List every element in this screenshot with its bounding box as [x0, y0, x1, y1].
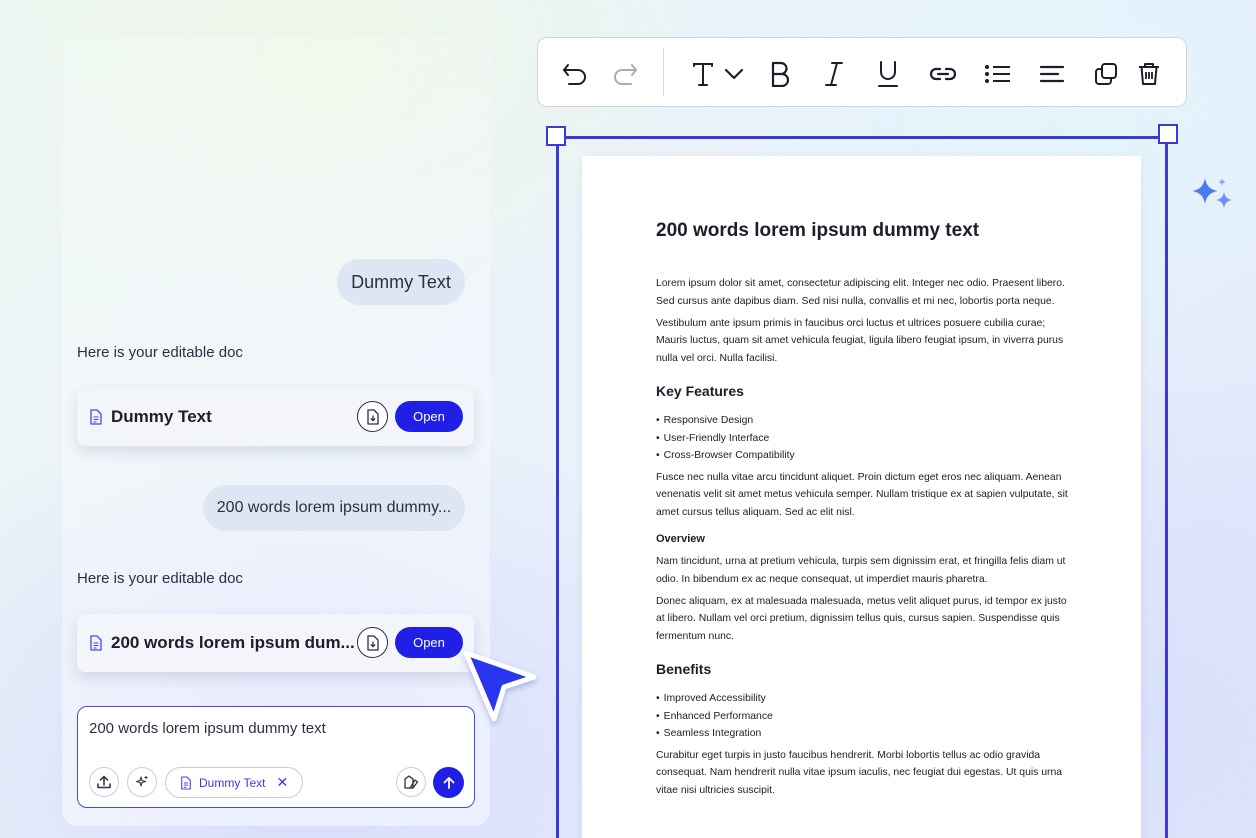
download-file-icon	[366, 634, 379, 651]
duplicate-button[interactable]	[1093, 60, 1119, 88]
paragraph: Vestibulum ante ipsum primis in faucibus…	[656, 317, 1064, 364]
italic-button[interactable]	[820, 60, 848, 88]
list-item: User-Friendly Interface	[656, 430, 1076, 448]
list-item: Seamless Integration	[656, 725, 1076, 743]
paragraph: Donec aliquam, ex at malesuada malesuada…	[656, 595, 1067, 642]
features-list: Responsive Design User-Friendly Interfac…	[656, 412, 1076, 465]
resize-handle-top-right[interactable]	[1158, 124, 1178, 144]
undo-icon	[563, 64, 586, 85]
text-style-dropdown[interactable]	[688, 60, 748, 88]
pointer-cursor-icon	[463, 650, 537, 722]
user-message-bubble: Dummy Text	[337, 259, 465, 305]
doc-card-title: 200 words lorem ipsum dum...	[111, 633, 355, 652]
upload-icon	[97, 775, 111, 789]
attached-doc-chip[interactable]: Dummy Text ✕	[165, 767, 303, 798]
delete-button[interactable]	[1136, 60, 1162, 88]
list-item: Cross-Browser Compatibility	[656, 447, 1076, 465]
bot-reply-label: Here is your editable doc	[77, 344, 243, 361]
chevron-down-icon	[724, 68, 744, 80]
undo-button[interactable]	[560, 60, 590, 88]
link-icon	[929, 67, 957, 81]
list-item: Enhanced Performance	[656, 708, 1076, 726]
align-button[interactable]	[1038, 60, 1066, 88]
sparkle-icon	[1192, 178, 1232, 208]
document-content[interactable]: 200 words lorem ipsum dummy text Lorem i…	[656, 220, 1076, 804]
chat-composer[interactable]: 200 words lorem ipsum dummy text Dummy T…	[77, 706, 475, 808]
paragraph: Lorem ipsum dolor sit amet, consectetur …	[656, 278, 1065, 307]
align-left-icon	[1039, 65, 1065, 83]
download-file-icon	[366, 408, 379, 425]
user-message-text: 200 words lorem ipsum dummy...	[216, 499, 452, 516]
doc-card-title: Dummy Text	[111, 407, 212, 426]
doc-card[interactable]: 200 words lorem ipsum dum... Open	[77, 614, 474, 672]
underline-icon	[878, 61, 898, 87]
text-style-icon	[693, 63, 713, 86]
document-icon	[181, 775, 191, 790]
doc-card[interactable]: Dummy Text Open	[77, 388, 474, 446]
send-button[interactable]	[433, 767, 464, 798]
paragraph: Fusce nec nulla vitae arcu tincidunt ali…	[656, 471, 1068, 518]
underline-button[interactable]	[874, 60, 902, 88]
link-button[interactable]	[928, 60, 958, 88]
download-button[interactable]	[357, 627, 388, 658]
redo-icon	[614, 64, 637, 85]
chip-label: Dummy Text	[199, 775, 266, 790]
italic-icon	[825, 62, 843, 86]
document-icon	[90, 409, 102, 425]
upload-button[interactable]	[89, 767, 119, 797]
benefits-list: Improved Accessibility Enhanced Performa…	[656, 690, 1076, 743]
section-heading: Key Features	[656, 383, 744, 399]
template-icon	[404, 775, 419, 789]
bullet-list-icon	[985, 65, 1010, 83]
document-title: 200 words lorem ipsum dummy text	[656, 220, 980, 241]
composer-input[interactable]: 200 words lorem ipsum dummy text	[89, 720, 326, 737]
editor-toolbar	[537, 37, 1187, 107]
resize-handle-top-left[interactable]	[546, 126, 566, 146]
document-icon	[90, 635, 102, 651]
subsection-heading: Overview	[656, 533, 705, 545]
attach-button[interactable]	[396, 767, 426, 797]
user-message-bubble: 200 words lorem ipsum dummy...	[203, 485, 465, 531]
user-message-text: Dummy Text	[351, 271, 451, 292]
duplicate-icon	[1095, 63, 1117, 85]
document-page[interactable]: 200 words lorem ipsum dummy text Lorem i…	[582, 156, 1141, 838]
redo-button[interactable]	[610, 60, 640, 88]
arrow-up-icon	[443, 776, 454, 789]
trash-icon	[1139, 63, 1159, 85]
sparkle-icon	[135, 776, 148, 787]
ai-magic-button[interactable]	[127, 767, 157, 797]
paragraph: Nam tincidunt, urna at pretium vehicula,…	[656, 556, 1066, 585]
list-item: Responsive Design	[656, 412, 1076, 430]
close-icon[interactable]: ✕	[276, 774, 288, 791]
list-item: Improved Accessibility	[656, 690, 1076, 708]
open-button[interactable]: Open	[395, 627, 463, 658]
bullet-list-button[interactable]	[984, 60, 1012, 88]
section-heading: Benefits	[656, 661, 712, 677]
download-button[interactable]	[357, 401, 388, 432]
bold-icon	[771, 61, 790, 87]
bold-button[interactable]	[766, 60, 794, 88]
toolbar-divider	[663, 48, 664, 96]
bot-reply-label: Here is your editable doc	[77, 570, 243, 587]
paragraph: Curabitur eget turpis in justo faucibus …	[656, 749, 1063, 796]
open-button[interactable]: Open	[395, 401, 463, 432]
